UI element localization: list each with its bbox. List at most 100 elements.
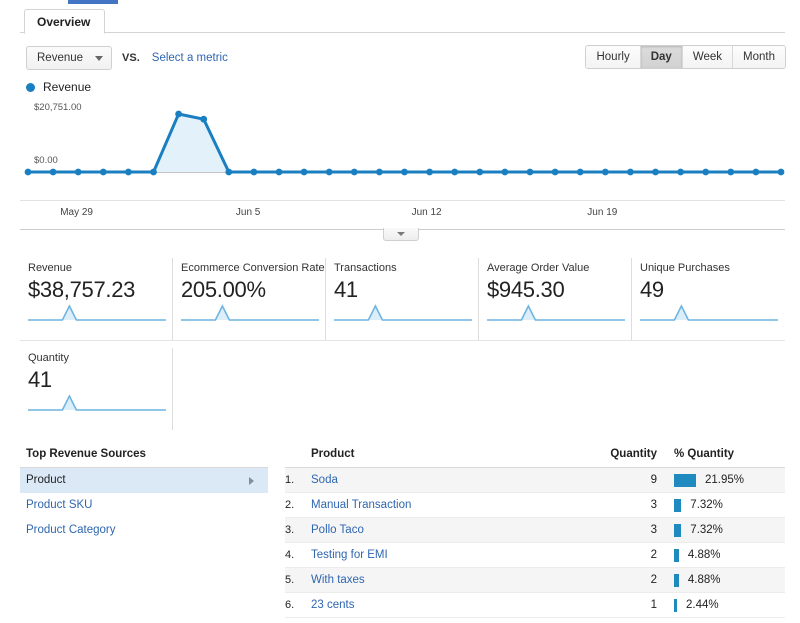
table-cell-quantity: 1 <box>605 593 665 618</box>
table-row[interactable]: 5.With taxes24.88% <box>285 568 785 593</box>
table-row[interactable]: 3.Pollo Taco37.32% <box>285 518 785 543</box>
chart-data-point[interactable] <box>276 169 283 176</box>
chart-data-point[interactable] <box>502 169 509 176</box>
x-axis-tick-label: Jun 19 <box>587 207 617 218</box>
metric-card[interactable]: Average Order Value$945.30 <box>479 258 632 340</box>
chart-data-point[interactable] <box>602 169 609 176</box>
source-dimension-item[interactable]: Product Category <box>20 518 268 543</box>
chart-data-point[interactable] <box>175 111 182 118</box>
chart-data-point[interactable] <box>727 169 734 176</box>
table-cell-index: 4. <box>285 543 311 568</box>
pct-quantity-label: 2.44% <box>686 599 719 611</box>
chart-data-point[interactable] <box>552 169 559 176</box>
revenue-line-chart[interactable] <box>20 94 785 214</box>
chart-data-point[interactable] <box>225 169 232 176</box>
sparkline <box>181 303 319 323</box>
chart-data-point[interactable] <box>50 169 57 176</box>
product-link[interactable]: Pollo Taco <box>311 524 364 536</box>
x-axis-tick-label: Jun 5 <box>236 207 260 218</box>
granularity-button-week[interactable]: Week <box>683 46 733 68</box>
pct-quantity-label: 21.95% <box>705 474 744 486</box>
chart-data-point[interactable] <box>125 169 132 176</box>
pct-quantity-bar <box>674 549 679 562</box>
metric-card-title: Transactions <box>334 262 466 274</box>
chart-data-point[interactable] <box>426 169 433 176</box>
sparkline <box>487 303 625 323</box>
metric-card[interactable]: Quantity41 <box>20 348 173 430</box>
table-header-product[interactable]: Product <box>311 448 605 468</box>
table-row[interactable]: 2.Manual Transaction37.32% <box>285 493 785 518</box>
metric-card-sparkline <box>181 303 319 328</box>
chart-data-point[interactable] <box>677 169 684 176</box>
select-a-metric-link[interactable]: Select a metric <box>152 52 228 64</box>
metric-card[interactable]: Revenue$38,757.23 <box>20 258 173 340</box>
chart-data-point[interactable] <box>476 169 483 176</box>
chart-data-point[interactable] <box>301 169 308 176</box>
pct-quantity-bar <box>674 474 696 487</box>
top-revenue-sources-panel: Top Revenue Sources ProductProduct SKUPr… <box>20 448 268 543</box>
product-link[interactable]: Testing for EMI <box>311 549 388 561</box>
table-cell-product: With taxes <box>311 568 605 593</box>
chart-data-point[interactable] <box>702 169 709 176</box>
chart-data-point[interactable] <box>200 116 207 123</box>
pct-quantity-label: 7.32% <box>690 499 723 511</box>
metric-card-title: Average Order Value <box>487 262 619 274</box>
metric-card-row-primary: Revenue$38,757.23Ecommerce Conversion Ra… <box>20 258 785 340</box>
legend-color-dot-icon <box>26 83 35 92</box>
table-cell-quantity: 3 <box>605 518 665 543</box>
product-link[interactable]: Manual Transaction <box>311 499 411 511</box>
source-dimension-item[interactable]: Product SKU <box>20 493 268 518</box>
x-axis-tick-label: May 29 <box>60 207 93 218</box>
table-row[interactable]: 4.Testing for EMI24.88% <box>285 543 785 568</box>
active-report-accent-bar <box>68 0 118 4</box>
pct-quantity-bar <box>674 599 677 612</box>
metric-card-title: Ecommerce Conversion Rate <box>181 262 313 274</box>
chart-data-point[interactable] <box>778 169 785 176</box>
table-row[interactable]: 6.23 cents12.44% <box>285 593 785 618</box>
metric-card-title: Revenue <box>28 262 160 274</box>
chart-data-point[interactable] <box>753 169 760 176</box>
table-header-pct-quantity[interactable]: % Quantity <box>665 448 785 468</box>
table-cell-pct-quantity: 2.44% <box>665 593 785 618</box>
chart-data-point[interactable] <box>527 169 534 176</box>
chart-data-point[interactable] <box>326 169 333 176</box>
table-row[interactable]: 1.Soda921.95% <box>285 468 785 493</box>
granularity-button-day[interactable]: Day <box>641 46 683 68</box>
metric-card[interactable]: Ecommerce Conversion Rate205.00% <box>173 258 326 340</box>
product-link[interactable]: 23 cents <box>311 599 354 611</box>
chart-data-point[interactable] <box>251 169 258 176</box>
tab-overview[interactable]: Overview <box>24 9 105 34</box>
chart-data-point[interactable] <box>351 169 358 176</box>
metric-cards: Revenue$38,757.23Ecommerce Conversion Ra… <box>20 258 785 430</box>
table-cell-product: Testing for EMI <box>311 543 605 568</box>
product-table-body: 1.Soda921.95%2.Manual Transaction37.32%3… <box>285 468 785 618</box>
chart-data-point[interactable] <box>577 169 584 176</box>
granularity-button-month[interactable]: Month <box>733 46 785 68</box>
chart-collapse-toggle[interactable] <box>383 228 419 241</box>
metric-dropdown[interactable]: Revenue <box>26 46 112 70</box>
table-header-quantity[interactable]: Quantity <box>605 448 665 468</box>
chart-data-point[interactable] <box>627 169 634 176</box>
metric-card-value: 49 <box>640 277 773 303</box>
source-dimension-label: Product <box>26 474 66 486</box>
product-link[interactable]: With taxes <box>311 574 365 586</box>
table-cell-product: Soda <box>311 468 605 493</box>
chart-data-point[interactable] <box>401 169 408 176</box>
source-dimension-item[interactable]: Product <box>20 468 268 493</box>
chevron-down-icon <box>95 56 103 61</box>
table-cell-pct-quantity: 4.88% <box>665 568 785 593</box>
metric-card-sparkline <box>487 303 625 328</box>
chart-data-point[interactable] <box>100 169 107 176</box>
chart-data-point[interactable] <box>451 169 458 176</box>
metric-card[interactable]: Unique Purchases49 <box>632 258 785 340</box>
chart-data-point[interactable] <box>150 169 157 176</box>
granularity-button-hourly[interactable]: Hourly <box>586 46 640 68</box>
chart-data-point[interactable] <box>376 169 383 176</box>
product-link[interactable]: Soda <box>311 474 338 486</box>
chart-data-point[interactable] <box>25 169 32 176</box>
pct-quantity-label: 7.32% <box>690 524 723 536</box>
table-cell-index: 5. <box>285 568 311 593</box>
chart-data-point[interactable] <box>75 169 82 176</box>
chart-data-point[interactable] <box>652 169 659 176</box>
metric-card[interactable]: Transactions41 <box>326 258 479 340</box>
